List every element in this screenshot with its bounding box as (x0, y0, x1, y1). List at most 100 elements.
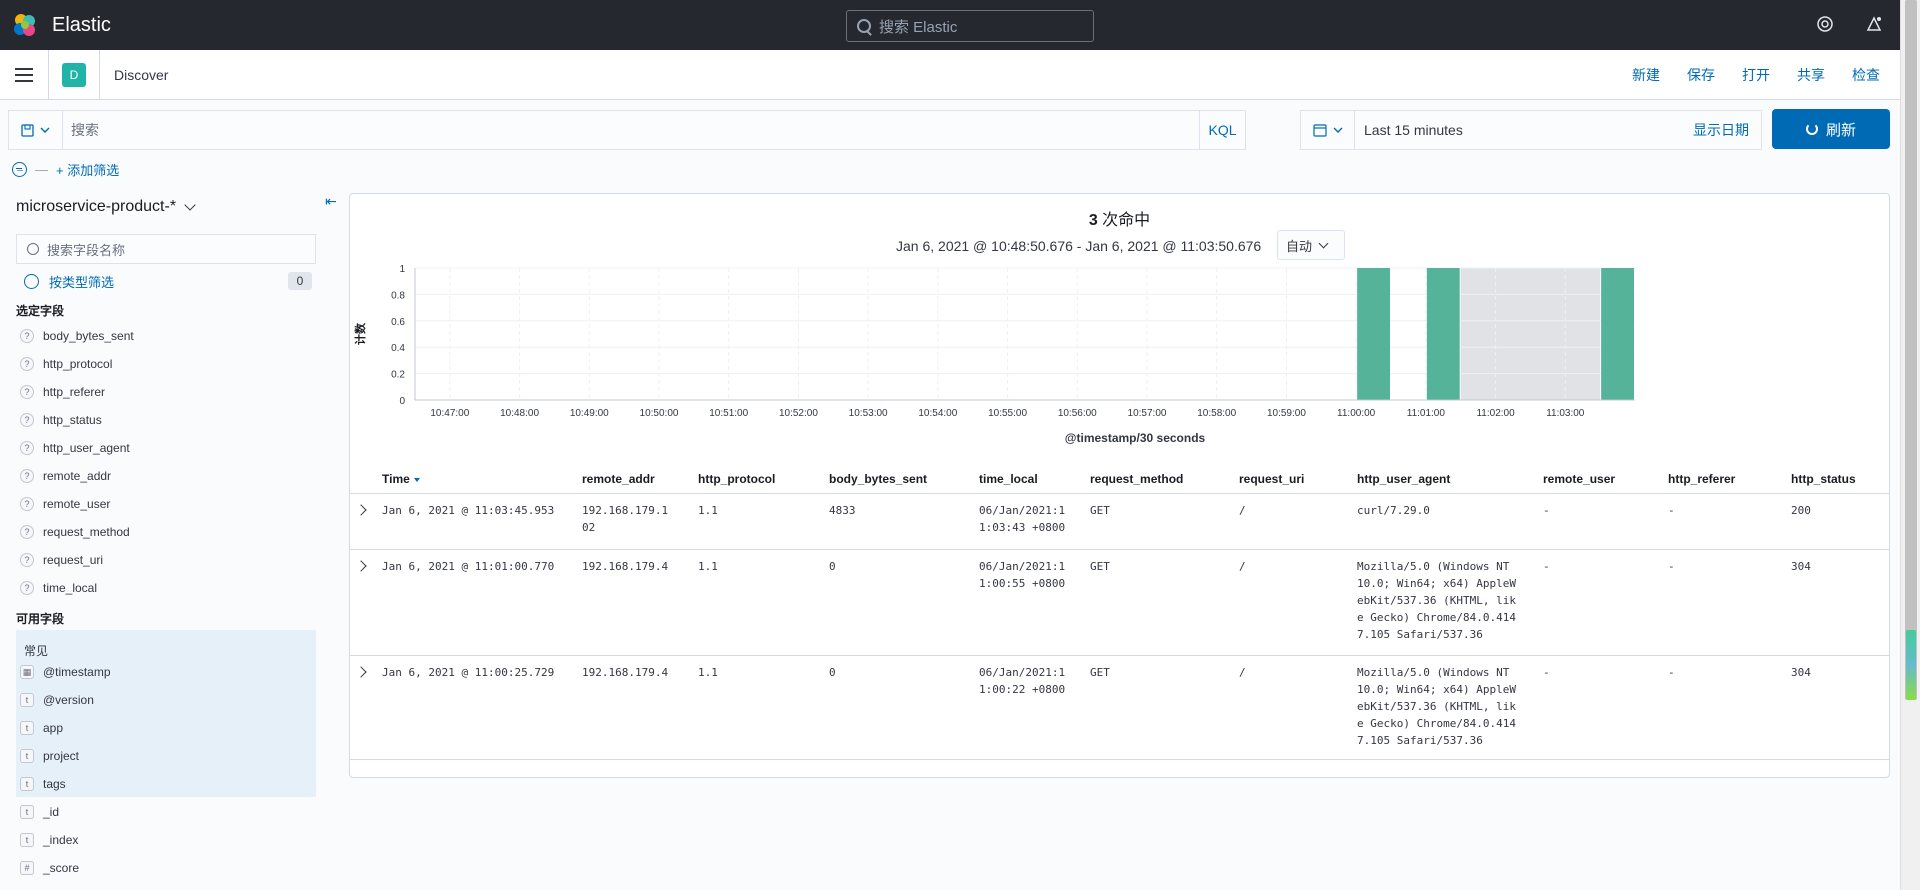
expand-row-icon[interactable] (355, 504, 367, 516)
table-row[interactable]: Jan 6, 2021 @ 11:00:25.729 192.168.179.4 1… (349, 656, 1890, 760)
x-tick-label: 11:03:00 (1546, 408, 1585, 419)
x-tick-label: 10:58:00 (1197, 408, 1236, 419)
field-item[interactable]: ▦ @timestamp (20, 662, 111, 682)
column-header-request-uri[interactable]: request_uri (1239, 472, 1304, 486)
column-header-http-user-agent[interactable]: http_user_agent (1357, 472, 1450, 486)
unknown-type-icon: ? (20, 469, 34, 483)
save-button[interactable]: 保存 (1687, 65, 1715, 85)
column-header-time[interactable]: Time (382, 472, 420, 486)
field-item[interactable]: ? http_user_agent (20, 438, 130, 458)
elastic-logo-icon[interactable] (12, 12, 38, 38)
field-item[interactable]: ? http_status (20, 410, 102, 430)
string-type-icon: t (20, 805, 34, 819)
query-input[interactable]: 搜索 (63, 120, 1199, 140)
time-range-label[interactable]: Last 15 minutes (1355, 122, 1693, 138)
column-header-http-status[interactable]: http_status (1791, 472, 1856, 486)
field-item[interactable]: ? request_method (20, 522, 130, 542)
column-header-remote-addr[interactable]: remote_addr (582, 472, 655, 486)
open-button[interactable]: 打开 (1742, 65, 1770, 85)
expand-row-icon[interactable] (355, 666, 367, 678)
query-language-button[interactable]: KQL (1199, 111, 1245, 149)
space-avatar[interactable]: D (62, 62, 86, 87)
field-name: http_status (43, 413, 102, 427)
field-item[interactable]: t tags (20, 774, 66, 794)
column-header-body-bytes-sent[interactable]: body_bytes_sent (829, 472, 927, 486)
table-cell: 192.168.179.4 (582, 560, 669, 573)
add-filter-button[interactable]: + 添加筛选 (56, 160, 119, 179)
saved-query-menu-button[interactable] (9, 111, 63, 149)
scrollbar-thumb[interactable] (1905, 0, 1917, 700)
share-button[interactable]: 共享 (1797, 65, 1825, 85)
field-name: _id (43, 805, 60, 819)
field-item[interactable]: ? time_local (20, 578, 97, 598)
field-item[interactable]: t app (20, 718, 63, 738)
table-cell: 192.168.179.4 (582, 666, 669, 679)
field-item[interactable]: t @version (20, 690, 94, 710)
field-name: request_method (43, 525, 130, 539)
date-picker: Last 15 minutes 显示日期 (1300, 110, 1762, 150)
column-header-http-protocol[interactable]: http_protocol (698, 472, 775, 486)
field-item[interactable]: t _index (20, 830, 78, 850)
table-cell: Mozilla/5.0 (Windows NT 10.0; Win64; x64… (1357, 560, 1516, 641)
field-sidebar: microservice-product-* 搜索字段名称 按类型筛选 0 选定… (0, 190, 340, 890)
filter-icon (24, 273, 39, 289)
field-item[interactable]: t project (20, 746, 79, 766)
histogram-bar[interactable] (1426, 268, 1460, 400)
refresh-button[interactable]: 刷新 (1772, 109, 1890, 149)
field-name: request_uri (43, 553, 104, 567)
field-item[interactable]: # _score (20, 858, 79, 878)
x-tick-label: 10:47:00 (430, 408, 469, 419)
column-header-time-local[interactable]: time_local (979, 472, 1038, 486)
table-row[interactable]: Jan 6, 2021 @ 11:01:00.770 192.168.179.4 1… (349, 550, 1890, 656)
table-cell: / (1239, 504, 1246, 517)
breadcrumb-discover: Discover (114, 66, 169, 83)
field-item[interactable]: t _id (20, 802, 59, 822)
divider (48, 49, 49, 100)
page-scrollbar[interactable] (1900, 0, 1920, 890)
histogram-bar[interactable] (1601, 268, 1634, 400)
hits-count: 3 次命中 (350, 206, 1889, 230)
sort-desc-icon[interactable] (413, 477, 420, 482)
field-item[interactable]: ? http_protocol (20, 354, 112, 374)
field-item[interactable]: ? remote_addr (20, 466, 111, 486)
inspect-button[interactable]: 检查 (1852, 65, 1880, 85)
global-search-input[interactable]: 搜索 Elastic (846, 10, 1094, 42)
string-type-icon: t (20, 749, 34, 763)
menu-icon[interactable] (15, 67, 33, 82)
newsfeed-icon[interactable] (1864, 15, 1884, 35)
field-item[interactable]: ? http_referer (20, 382, 105, 402)
new-button[interactable]: 新建 (1632, 65, 1660, 85)
index-pattern-selector[interactable]: microservice-product-* (16, 198, 196, 216)
column-header-remote-user[interactable]: remote_user (1543, 472, 1615, 486)
table-row[interactable]: Jan 6, 2021 @ 11:03:45.953 192.168.179.1 … (349, 494, 1890, 550)
x-tick-label: 10:51:00 (709, 408, 748, 419)
filter-menu-icon[interactable] (12, 161, 27, 177)
field-item[interactable]: ? body_bytes_sent (20, 326, 134, 346)
interval-select[interactable]: 自动 (1277, 230, 1345, 260)
search-icon (27, 243, 39, 255)
table-cell: - (1543, 666, 1550, 679)
table-cell: - (1668, 666, 1675, 679)
x-tick-label: 10:55:00 (988, 408, 1027, 419)
y-tick-label: 1 (399, 264, 405, 275)
column-header-request-method[interactable]: request_method (1090, 472, 1183, 486)
field-item[interactable]: ? request_uri (20, 550, 103, 570)
column-header-http-referer[interactable]: http_referer (1668, 472, 1735, 486)
field-name: remote_addr (43, 469, 112, 483)
x-tick-label: 10:54:00 (918, 408, 957, 419)
help-icon[interactable] (1815, 15, 1835, 35)
show-dates-button[interactable]: 显示日期 (1693, 120, 1749, 140)
filter-by-type-label: 按类型筛选 (49, 274, 115, 290)
field-search-input[interactable]: 搜索字段名称 (16, 234, 316, 264)
quick-select-button[interactable] (1301, 111, 1355, 149)
histogram-bar[interactable] (1357, 268, 1390, 400)
brand-name[interactable]: Elastic (52, 14, 111, 37)
field-item[interactable]: ? remote_user (20, 494, 110, 514)
column-header-label: http_status (1791, 472, 1856, 486)
expand-row-icon[interactable] (355, 560, 367, 572)
table-cell: - (1543, 560, 1550, 573)
y-axis-label: 计数 (353, 322, 367, 345)
save-icon (21, 123, 34, 137)
field-name: @timestamp (43, 665, 111, 679)
filter-by-type-button[interactable]: 按类型筛选 0 (24, 272, 316, 290)
